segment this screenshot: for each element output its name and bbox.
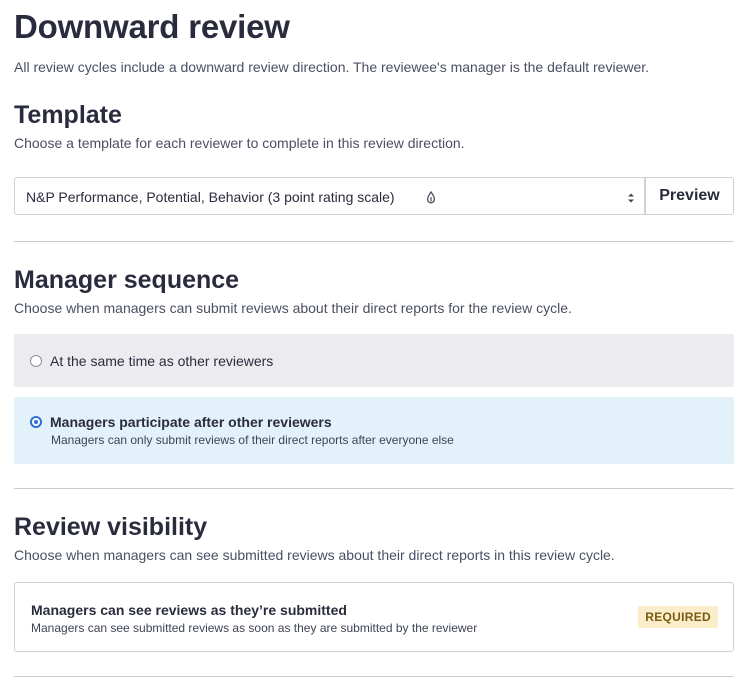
required-badge: REQUIRED <box>638 606 718 628</box>
drop-icon <box>426 190 436 205</box>
template-section-title: Template <box>14 101 122 129</box>
sequence-option-same-time[interactable]: At the same time as other reviewers <box>14 334 734 387</box>
template-select-value: N&P Performance, Potential, Behavior (3 … <box>26 189 395 205</box>
option-label: Managers participate after other reviewe… <box>50 414 332 430</box>
manager-sequence-title: Manager sequence <box>14 266 240 294</box>
divider <box>14 488 734 489</box>
page-title: Downward review <box>14 8 290 45</box>
visibility-option-card: Managers can see reviews as they’re subm… <box>14 582 734 652</box>
review-visibility-description: Choose when managers can see submitted r… <box>14 547 615 563</box>
template-select[interactable]: N&P Performance, Potential, Behavior (3 … <box>14 177 645 215</box>
select-arrows-icon <box>627 191 635 203</box>
radio-selected[interactable] <box>30 416 42 428</box>
divider <box>14 676 734 677</box>
sequence-option-after-others[interactable]: Managers participate after other reviewe… <box>14 397 734 464</box>
preview-button[interactable]: Preview <box>645 177 734 215</box>
radio-unselected[interactable] <box>30 355 42 367</box>
option-hint: Managers can only submit reviews of thei… <box>51 433 454 447</box>
visibility-option-description: Managers can see submitted reviews as so… <box>31 621 478 635</box>
divider <box>14 241 734 242</box>
template-section-description: Choose a template for each reviewer to c… <box>14 135 465 151</box>
review-visibility-title: Review visibility <box>14 513 208 541</box>
manager-sequence-description: Choose when managers can submit reviews … <box>14 300 572 316</box>
option-label: At the same time as other reviewers <box>50 353 274 369</box>
visibility-option-title: Managers can see reviews as they’re subm… <box>31 602 347 618</box>
page-subtitle: All review cycles include a downward rev… <box>14 59 650 75</box>
